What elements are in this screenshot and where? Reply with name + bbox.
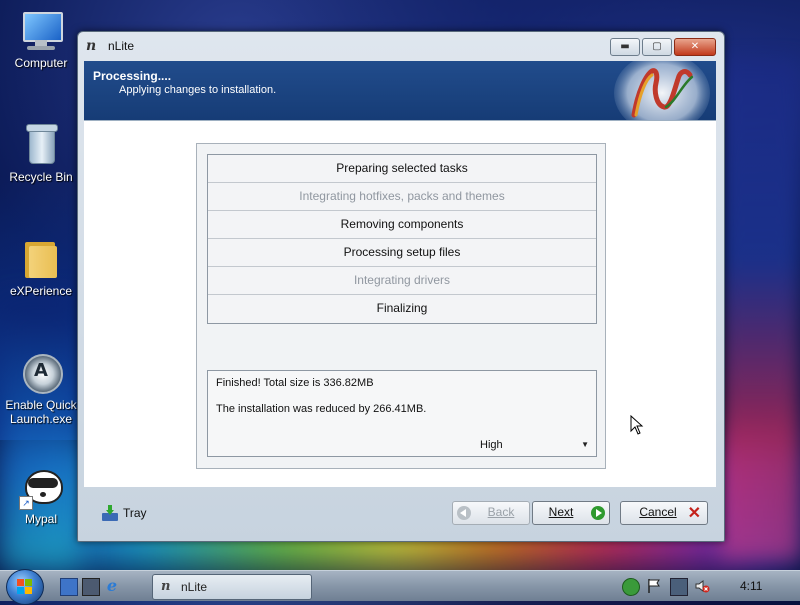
next-arrow-icon xyxy=(591,506,605,520)
close-button[interactable]: ✕ xyxy=(674,38,716,56)
task-removing-components: Removing components xyxy=(208,211,596,239)
computer-icon xyxy=(19,8,63,52)
window-title: nLite xyxy=(108,39,135,53)
show-desktop-icon[interactable] xyxy=(60,578,78,596)
nlite-taskbar-icon: n xyxy=(161,579,171,594)
task-processing-setup: Processing setup files xyxy=(208,239,596,267)
windows-logo-icon xyxy=(17,579,33,595)
tray-download-icon xyxy=(102,505,118,521)
cancel-x-icon: ✕ xyxy=(687,505,701,522)
desktop-icon-label: Mypal xyxy=(24,512,57,526)
desktop-icon-recycle-bin[interactable]: Recycle Bin xyxy=(0,122,82,184)
switch-windows-icon[interactable] xyxy=(82,578,100,596)
raccoon-icon: ↗ xyxy=(19,464,63,510)
task-list: Preparing selected tasks Integrating hot… xyxy=(207,154,597,324)
minimize-button[interactable]: ▬ xyxy=(610,38,640,56)
desktop-icon-label: Computer xyxy=(14,56,68,70)
tray-label: Tray xyxy=(123,506,147,520)
close-icon: ✕ xyxy=(690,41,700,52)
quick-launch-app-icon: A xyxy=(19,350,63,394)
folder-icon xyxy=(19,236,63,280)
desktop-icon-label-line1: Enable Quick xyxy=(5,398,77,412)
desktop-icon-label-line2: Launch.exe xyxy=(9,412,73,426)
desktop-icon-label: eXPerience xyxy=(9,284,73,298)
title-bar[interactable]: n nLite ▬ ▢ ✕ xyxy=(78,32,724,60)
clock[interactable]: 4:11 xyxy=(740,579,762,593)
desktop-icon-label: Recycle Bin xyxy=(9,170,73,184)
mouse-pointer-icon xyxy=(630,415,644,435)
header-title: Processing.... xyxy=(93,69,172,83)
nlite-window: n nLite ▬ ▢ ✕ Processing.... Applying ch… xyxy=(77,31,725,542)
desktop-icon-computer[interactable]: Computer xyxy=(0,8,82,70)
back-button[interactable]: Back xyxy=(452,501,530,525)
header-subtitle: Applying changes to installation. xyxy=(119,84,277,96)
cancel-button[interactable]: Cancel ✕ xyxy=(620,501,708,525)
chevron-down-icon: ▼ xyxy=(581,440,589,449)
wizard-footer: Tray Back Next Cancel ✕ xyxy=(78,487,724,540)
result-reduction: The installation was reduced by 266.41MB… xyxy=(216,403,427,415)
taskbar-button-label: nLite xyxy=(181,580,208,594)
desktop-icon-experience[interactable]: eXPerience xyxy=(0,236,82,298)
desktop-icon-mypal[interactable]: ↗ Mypal xyxy=(0,464,82,526)
volume-muted-icon[interactable] xyxy=(694,578,710,594)
recycle-bin-icon xyxy=(19,122,63,166)
result-total-size: Finished! Total size is 336.82MB xyxy=(216,377,374,389)
desktop-wallpaper-accent-left xyxy=(0,300,80,570)
nlite-logo-icon: n xyxy=(86,38,97,54)
progress-panel: Preparing selected tasks Integrating hot… xyxy=(196,143,606,469)
priority-dropdown[interactable]: High ▼ xyxy=(478,437,592,453)
taskbar: e n nLite 4:11 xyxy=(0,569,800,605)
next-label: Next xyxy=(548,505,574,519)
taskbar-button-nlite[interactable]: n nLite xyxy=(152,574,312,600)
task-integrating-hotfixes: Integrating hotfixes, packs and themes xyxy=(208,183,596,211)
task-preparing: Preparing selected tasks xyxy=(208,155,596,183)
network-icon[interactable] xyxy=(670,578,688,596)
security-shield-icon[interactable] xyxy=(622,578,640,596)
internet-explorer-icon[interactable]: e xyxy=(104,578,120,594)
wizard-content: Preparing selected tasks Integrating hot… xyxy=(84,120,716,487)
next-button[interactable]: Next xyxy=(532,501,610,525)
tray-button[interactable]: Tray xyxy=(102,505,147,521)
task-finalizing: Finalizing xyxy=(376,301,428,315)
result-log: Finished! Total size is 336.82MB The ins… xyxy=(207,370,597,457)
desktop-icon-enable-quick-launch[interactable]: A Enable Quick Launch.exe xyxy=(0,350,82,426)
maximize-button[interactable]: ▢ xyxy=(642,38,672,56)
nlite-banner-logo-icon xyxy=(614,61,710,120)
wizard-header: Processing.... Applying changes to insta… xyxy=(84,61,716,120)
action-center-flag-icon[interactable] xyxy=(646,578,662,594)
maximize-icon: ▢ xyxy=(652,41,662,52)
caption-buttons: ▬ ▢ ✕ xyxy=(608,38,716,56)
desktop-wallpaper-accent xyxy=(720,60,800,560)
minimize-icon: ▬ xyxy=(620,41,630,52)
priority-value: High xyxy=(480,439,503,451)
task-integrating-drivers: Integrating drivers xyxy=(208,267,596,295)
shortcut-arrow-icon: ↗ xyxy=(19,496,33,510)
